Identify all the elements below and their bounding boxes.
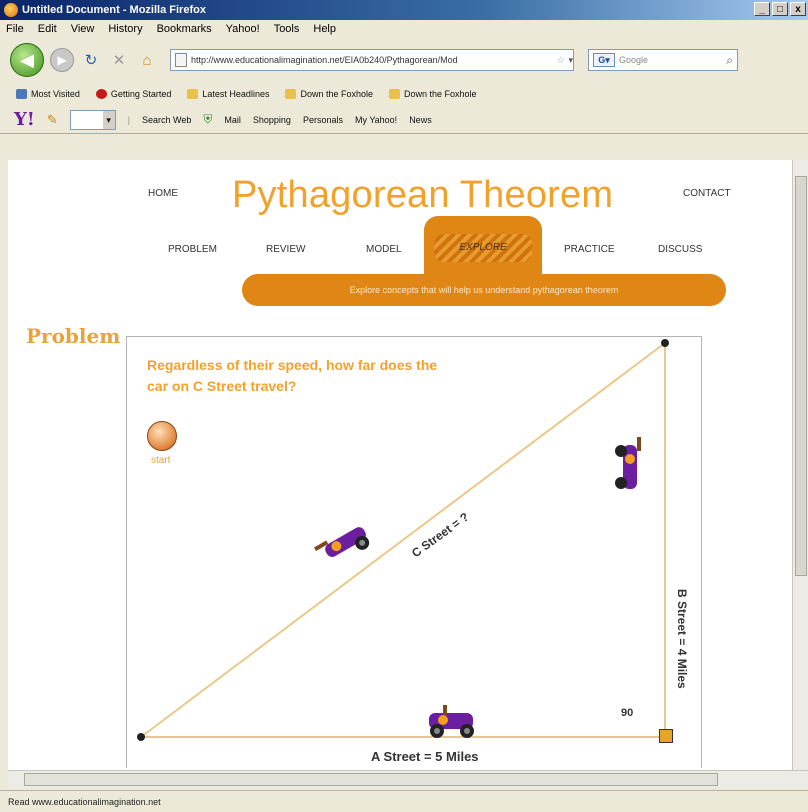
- nav-home-link[interactable]: HOME: [148, 188, 178, 199]
- rss-folder-icon: [285, 89, 297, 99]
- bookmark-getting-started[interactable]: Getting Started: [95, 89, 172, 99]
- maximize-button[interactable]: □: [772, 2, 788, 16]
- section-heading: Problem: [26, 324, 121, 348]
- rss-folder-icon: [389, 89, 400, 99]
- minimize-button[interactable]: _: [754, 2, 770, 16]
- navigation-toolbar: ◀ ▶ ↻ ✕ ⌂ http://www.educationalimaginat…: [0, 38, 808, 82]
- menu-history[interactable]: History: [108, 23, 142, 35]
- bookmark-most-visited[interactable]: Most Visited: [16, 89, 80, 99]
- bookmark-star-icon[interactable]: ☆: [556, 55, 564, 66]
- tab-practice[interactable]: PRACTICE: [564, 244, 615, 255]
- bookmarks-toolbar: Most Visited Getting Started Latest Head…: [0, 84, 808, 104]
- news-button[interactable]: News: [409, 115, 432, 125]
- bookmark-label: Down the Foxhole: [404, 89, 477, 99]
- a-street-label: A Street = 5 Miles: [371, 749, 479, 764]
- most-visited-icon: [16, 89, 27, 99]
- firefox-icon: [4, 3, 18, 17]
- status-text: Read www.educationalimagination.net: [8, 796, 161, 807]
- explore-banner: Explore concepts that will help us under…: [242, 274, 726, 306]
- bookmark-down-the-foxhole-1[interactable]: Down the Foxhole: [285, 89, 373, 99]
- address-url[interactable]: http://www.educationalimagination.net/EI…: [191, 55, 552, 65]
- yahoo-logo[interactable]: Y!: [14, 109, 35, 130]
- bookmark-label: Getting Started: [110, 89, 172, 99]
- search-engine-icon[interactable]: G▾: [593, 53, 615, 67]
- search-input[interactable]: Google: [619, 55, 648, 65]
- search-icon[interactable]: ⌕: [726, 53, 733, 68]
- pencil-icon[interactable]: ✎: [47, 112, 58, 128]
- car-a-street: [429, 705, 474, 738]
- bookmark-label: Down the Foxhole: [300, 89, 373, 99]
- b-street-label: B Street = 4 Miles: [675, 589, 689, 689]
- rss-folder-icon: [187, 89, 199, 99]
- getting-started-icon: [95, 89, 107, 99]
- vertical-scrollbar[interactable]: [792, 160, 808, 770]
- search-web-button[interactable]: Search Web: [142, 115, 191, 125]
- home-icon[interactable]: ⌂: [136, 49, 158, 71]
- menu-view[interactable]: View: [71, 23, 95, 35]
- horizontal-scrollbar[interactable]: [8, 770, 808, 788]
- vertical-scroll-thumb[interactable]: [795, 176, 807, 576]
- shield-icon[interactable]: ⛨: [203, 112, 212, 127]
- menu-tools[interactable]: Tools: [274, 23, 300, 35]
- vertex-top: [661, 339, 669, 347]
- search-box[interactable]: G▾ Google ⌕: [588, 49, 738, 71]
- tab-review[interactable]: REVIEW: [266, 244, 305, 255]
- status-bar: Read www.educationalimagination.net: [0, 790, 808, 812]
- menu-file[interactable]: File: [6, 23, 24, 35]
- window-title: Untitled Document - Mozilla Firefox: [22, 4, 206, 16]
- page-title: Pythagorean Theorem: [232, 174, 614, 216]
- close-button[interactable]: x: [790, 2, 806, 16]
- problem-question: Regardless of their speed, how far does …: [147, 357, 438, 394]
- page-viewport: HOME Pythagorean Theorem CONTACT EXPLORE…: [8, 160, 792, 770]
- menu-help[interactable]: Help: [313, 23, 336, 35]
- menu-bookmarks[interactable]: Bookmarks: [157, 23, 212, 35]
- menu-yahoo[interactable]: Yahoo!: [226, 23, 260, 35]
- bookmark-latest-headlines[interactable]: Latest Headlines: [187, 89, 269, 99]
- window-controls: _ □ x: [754, 2, 806, 16]
- reload-icon[interactable]: ↻: [80, 49, 102, 71]
- menu-bar: File Edit View History Bookmarks Yahoo! …: [0, 20, 808, 38]
- browser-window: Untitled Document - Mozilla Firefox _ □ …: [0, 0, 808, 812]
- yahoo-search-field[interactable]: [69, 109, 116, 130]
- shopping-button[interactable]: Shopping: [253, 115, 291, 125]
- url-dropdown-icon[interactable]: ▾: [568, 55, 573, 66]
- stop-icon[interactable]: ✕: [108, 49, 130, 71]
- bookmark-down-the-foxhole-2[interactable]: Down the Foxhole: [389, 89, 477, 99]
- forward-button[interactable]: ▶: [50, 48, 74, 72]
- yahoo-toolbar: Y! ✎ | Search Web ⛨ Mail Shopping Person…: [0, 106, 808, 134]
- back-arrow-icon: ◀: [20, 49, 34, 70]
- problem-stage: Regardless of their speed, how far does …: [126, 336, 702, 768]
- my-yahoo-button[interactable]: My Yahoo!: [355, 115, 397, 125]
- c-street-line: [140, 342, 666, 738]
- vertex-left: [137, 733, 145, 741]
- start-label[interactable]: start: [151, 455, 170, 466]
- back-button[interactable]: ◀: [10, 43, 44, 77]
- title-bar: Untitled Document - Mozilla Firefox _ □ …: [0, 0, 808, 20]
- toolbar-separator: |: [127, 114, 131, 125]
- nav-contact-link[interactable]: CONTACT: [683, 188, 731, 199]
- bookmark-label: Most Visited: [31, 89, 80, 99]
- start-button[interactable]: [147, 421, 177, 451]
- right-angle-marker: [659, 729, 673, 743]
- page-icon: [175, 53, 187, 67]
- right-angle-label: 90: [621, 707, 634, 719]
- horizontal-scroll-thumb[interactable]: [24, 773, 718, 786]
- personals-button[interactable]: Personals: [303, 115, 343, 125]
- forward-arrow-icon: ▶: [57, 53, 67, 67]
- bookmark-label: Latest Headlines: [202, 89, 270, 99]
- tab-problem[interactable]: PROBLEM: [168, 244, 217, 255]
- mail-button[interactable]: Mail: [224, 115, 241, 125]
- menu-edit[interactable]: Edit: [38, 23, 57, 35]
- section-tabs: PROBLEM REVIEW MODEL PRACTICE DISCUSS: [148, 244, 728, 264]
- tab-discuss[interactable]: DISCUSS: [658, 244, 702, 255]
- address-bar[interactable]: http://www.educationalimagination.net/EI…: [170, 49, 574, 71]
- car-c-street: [314, 527, 370, 557]
- car-b-street: [615, 437, 641, 489]
- tab-model[interactable]: MODEL: [366, 244, 402, 255]
